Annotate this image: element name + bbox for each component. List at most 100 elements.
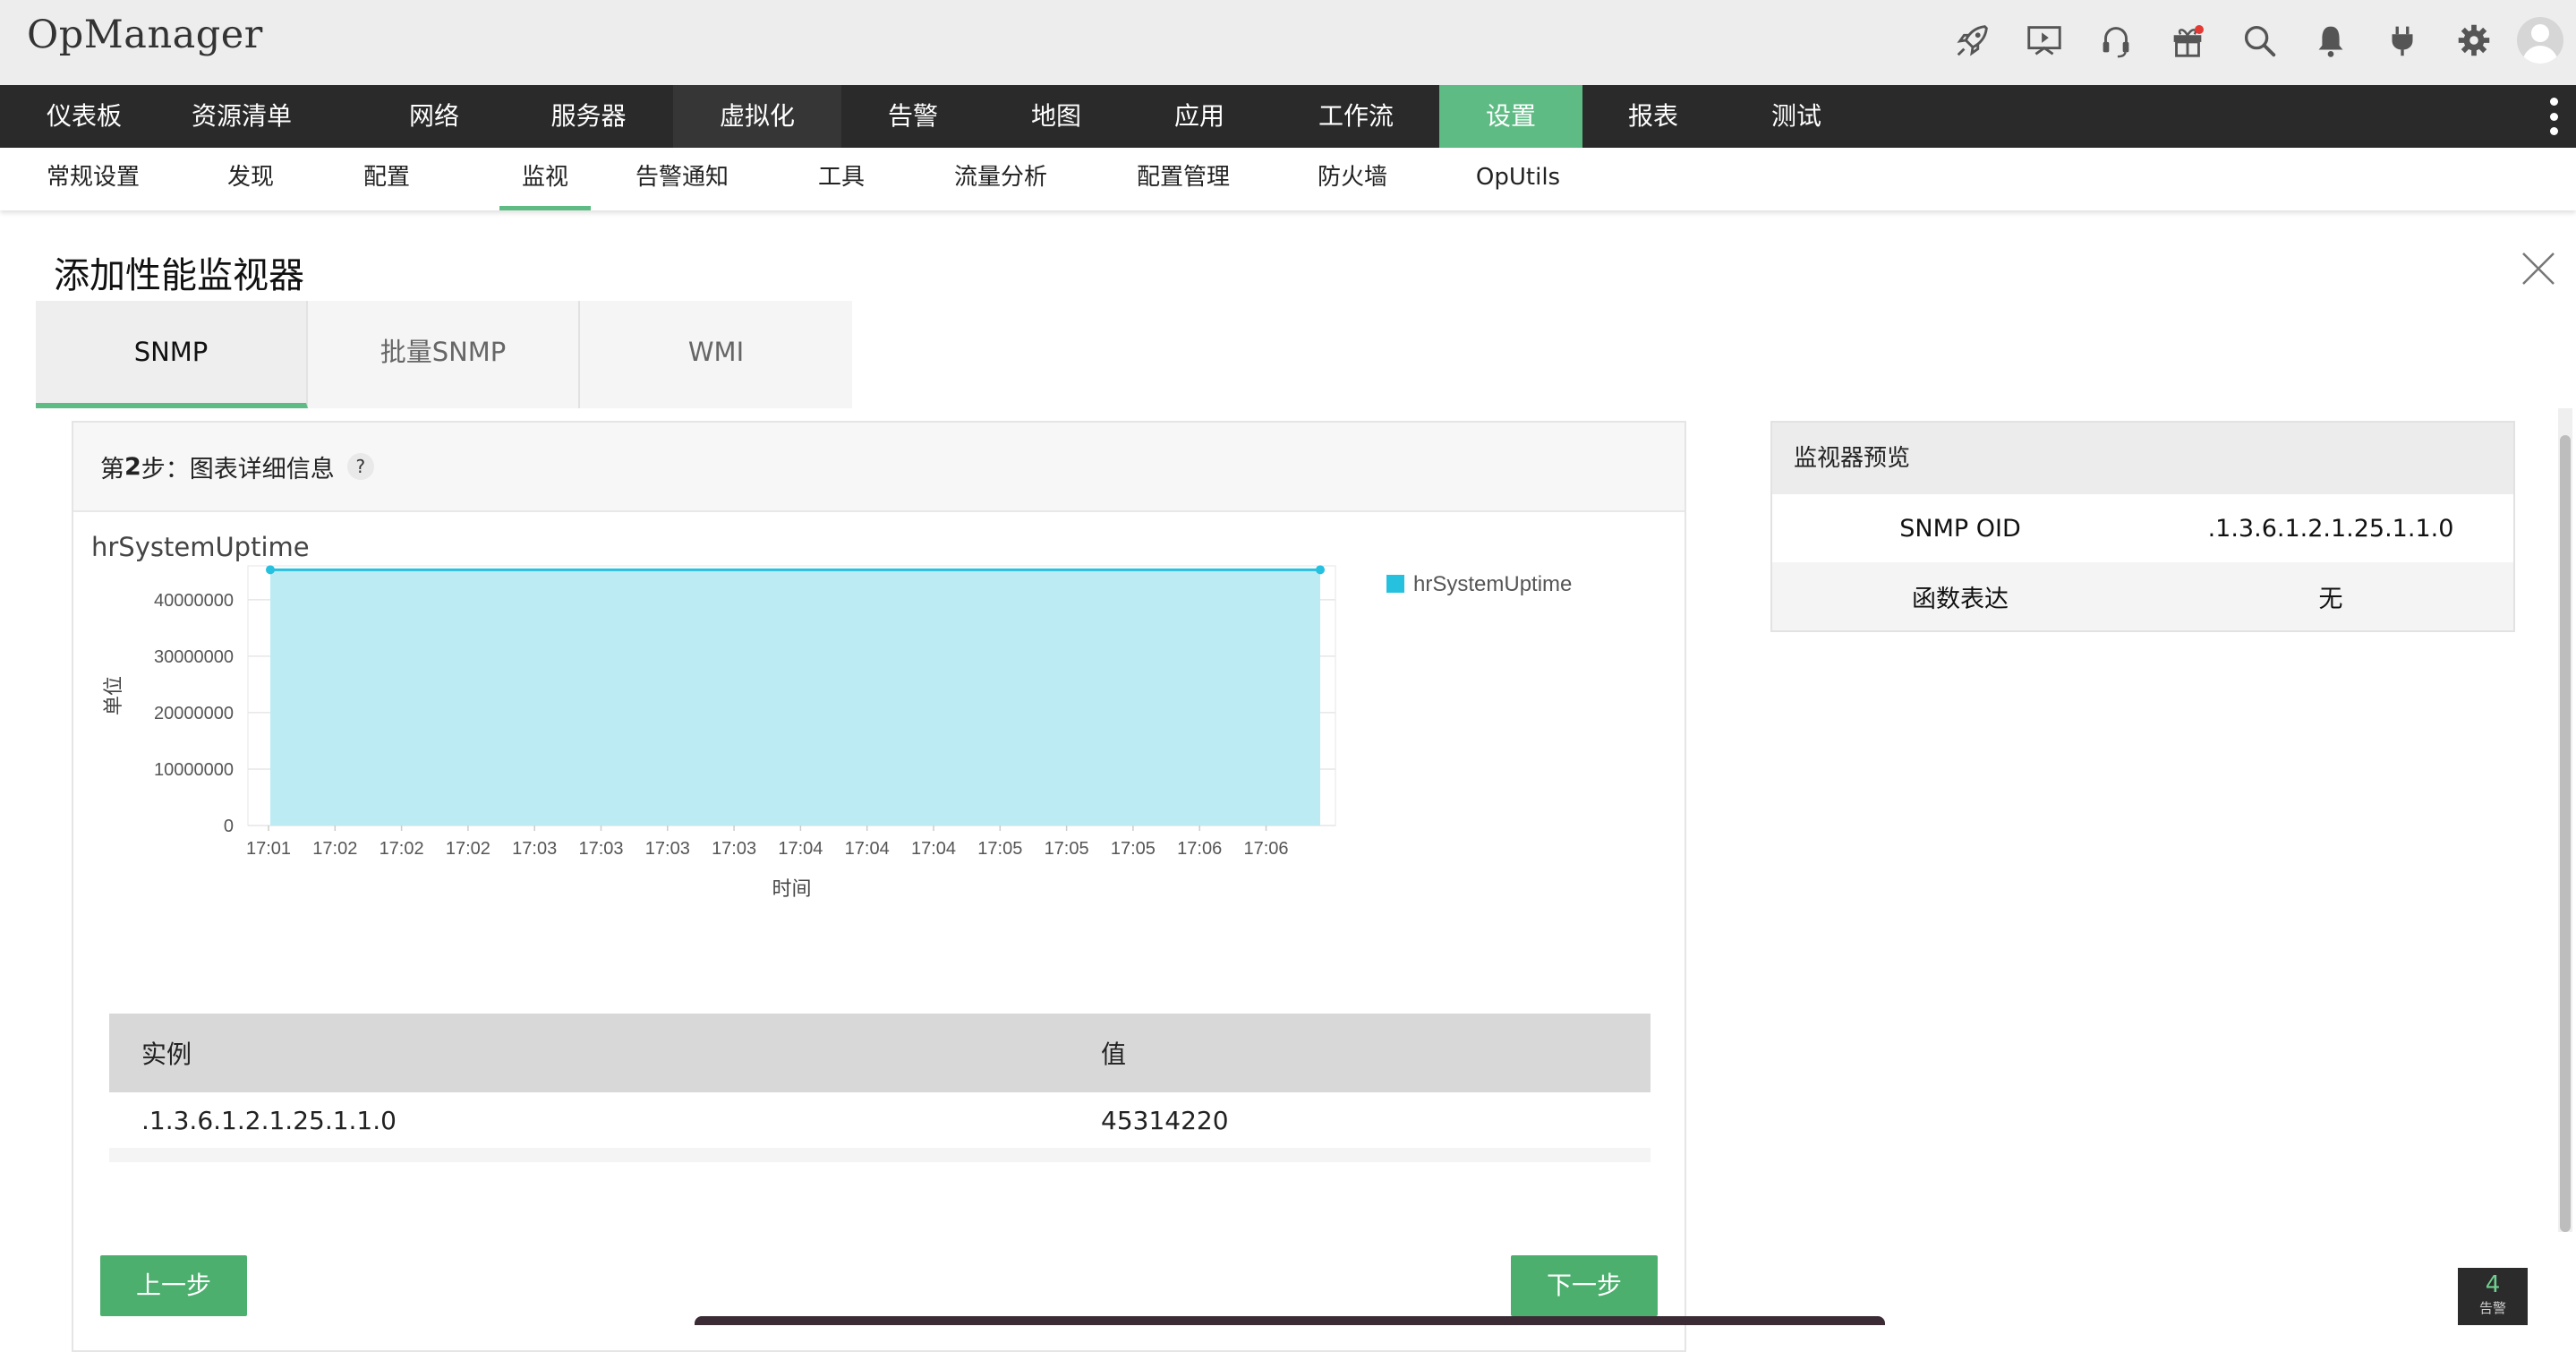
preview-label: 函数表达 xyxy=(1912,585,2009,613)
column-header-instance: 实例 xyxy=(141,1040,192,1069)
uptime-chart: 0 10000000 20000000 30000000 40000000 17:01 17… xyxy=(103,565,1572,901)
sub-item-flow-analysis[interactable]: 流量分析 xyxy=(947,148,1054,210)
header-icon-bar xyxy=(1937,9,2576,72)
preview-value: 无 xyxy=(2318,585,2343,613)
nav-item-servers[interactable]: 服务器 xyxy=(533,85,644,148)
y-axis-title: 单位 xyxy=(103,676,125,715)
instance-value-table: 实例 值 .1.3.6.1.2.1.25.1.1.0 45314220 xyxy=(109,1014,1651,1162)
top-header: OpManager xyxy=(0,0,2576,85)
rocket-icon[interactable] xyxy=(1937,9,2009,72)
sub-nav: 常规设置 发现 配置 监视 告警通知 工具 流量分析 配置管理 防火墙 OpUt… xyxy=(0,148,2576,210)
instance-cell: .1.3.6.1.2.1.25.1.1.0 xyxy=(141,1105,397,1135)
sub-item-monitoring[interactable]: 监视 xyxy=(499,148,591,210)
step-label: 步：图表详细信息 xyxy=(141,455,335,483)
nav-item-alarms[interactable]: 告警 xyxy=(864,85,962,148)
alarm-count: 4 xyxy=(2485,1271,2501,1298)
user-avatar-icon[interactable] xyxy=(2517,17,2563,64)
chart-details-panel: 第 2 步：图表详细信息 ? hrSystemUptime 0 10000000 200… xyxy=(72,421,1686,1352)
alarm-badge[interactable]: 4 告警 xyxy=(2458,1268,2528,1325)
legend-swatch xyxy=(1386,575,1404,593)
sub-item-configuration[interactable]: 配置 xyxy=(351,148,422,210)
step-number: 2 xyxy=(124,452,141,481)
close-icon[interactable] xyxy=(2521,251,2556,287)
sub-item-firewall[interactable]: 防火墙 xyxy=(1312,148,1393,210)
alarm-label: 告警 xyxy=(2478,1300,2506,1316)
series-area-fill xyxy=(270,569,1320,826)
table-row[interactable]: .1.3.6.1.2.1.25.1.1.0 45314220 xyxy=(109,1092,1651,1162)
legend-label: hrSystemUptime xyxy=(1413,572,1572,596)
x-axis-title: 时间 xyxy=(772,878,811,901)
y-tick-label: 20000000 xyxy=(154,704,234,723)
page-title: 添加性能监视器 xyxy=(54,255,304,296)
sub-item-oputils[interactable]: OpUtils xyxy=(1471,148,1565,210)
presentation-icon[interactable] xyxy=(2009,9,2080,72)
help-icon[interactable]: ? xyxy=(346,453,374,480)
x-tick-label: 17:06 xyxy=(1243,839,1288,859)
x-tick-label: 17:05 xyxy=(977,839,1022,859)
plug-icon[interactable] xyxy=(2367,9,2438,72)
step-prefix: 第 xyxy=(100,455,124,483)
x-tick-label: 17:01 xyxy=(246,839,291,859)
x-tick-label: 17:04 xyxy=(778,839,823,859)
value-cell: 45314220 xyxy=(1101,1105,1229,1135)
step-header: 第 2 步：图表详细信息 ? xyxy=(73,423,1685,512)
scrollbar-thumb[interactable] xyxy=(2560,435,2571,1232)
more-menu-icon[interactable] xyxy=(2547,98,2560,135)
preview-row-oid: SNMP OID .1.3.6.1.2.1.25.1.1.0 xyxy=(1772,494,2513,562)
x-tick-label: 17:05 xyxy=(1111,839,1156,859)
nav-item-inventory[interactable]: 资源清单 xyxy=(179,85,304,148)
x-tick-label: 17:03 xyxy=(645,839,690,859)
nav-item-workflow[interactable]: 工作流 xyxy=(1307,85,1405,148)
preview-label: SNMP OID xyxy=(1899,514,2021,543)
gear-icon[interactable] xyxy=(2438,9,2510,72)
data-point xyxy=(266,565,275,575)
x-tick-label: 17:06 xyxy=(1177,839,1222,859)
nav-item-reports[interactable]: 报表 xyxy=(1604,85,1702,148)
sub-item-config-management[interactable]: 配置管理 xyxy=(1130,148,1237,210)
x-tick-label: 17:05 xyxy=(1045,839,1089,859)
app-logo[interactable]: OpManager xyxy=(27,13,263,57)
nav-item-apps[interactable]: 应用 xyxy=(1150,85,1249,148)
monitor-preview: 监视器预览 SNMP OID .1.3.6.1.2.1.25.1.1.0 函数表… xyxy=(1770,421,2515,632)
sub-item-alarm-notification[interactable]: 告警通知 xyxy=(627,148,738,210)
y-tick-label: 0 xyxy=(224,817,234,836)
x-tick-label: 17:02 xyxy=(380,839,424,859)
bell-icon[interactable] xyxy=(2295,9,2367,72)
y-tick-label: 10000000 xyxy=(154,760,234,780)
sub-item-tools[interactable]: 工具 xyxy=(804,148,879,210)
search-icon[interactable] xyxy=(2223,9,2295,72)
tab-bulk-snmp[interactable]: 批量SNMP xyxy=(308,301,580,408)
notification-dot xyxy=(2195,25,2204,34)
x-tick-label: 17:04 xyxy=(845,839,890,859)
nav-item-virtualization[interactable]: 虚拟化 xyxy=(673,85,841,148)
sub-item-general-settings[interactable]: 常规设置 xyxy=(39,148,147,210)
y-tick-label: 30000000 xyxy=(154,647,234,667)
x-tick-label: 17:02 xyxy=(446,839,490,859)
x-tick-label: 17:04 xyxy=(911,839,956,859)
nav-item-test[interactable]: 测试 xyxy=(1747,85,1846,148)
x-tick-label: 17:02 xyxy=(312,839,357,859)
x-tick-label: 17:03 xyxy=(512,839,557,859)
headset-icon[interactable] xyxy=(2080,9,2152,72)
preview-row-function: 函数表达 无 xyxy=(1772,562,2513,630)
previous-step-button[interactable]: 上一步 xyxy=(100,1255,247,1316)
monitor-type-tabs: SNMP 批量SNMP WMI xyxy=(36,301,852,408)
y-tick-label: 40000000 xyxy=(154,591,234,611)
x-tick-label: 17:03 xyxy=(578,839,623,859)
preview-value: .1.3.6.1.2.1.25.1.1.0 xyxy=(2207,514,2454,543)
next-step-button[interactable]: 下一步 xyxy=(1511,1255,1658,1316)
tab-snmp[interactable]: SNMP xyxy=(36,301,308,408)
x-tick-label: 17:03 xyxy=(712,839,756,859)
main-nav: 仪表板 资源清单 网络 服务器 虚拟化 告警 地图 应用 工作流 设置 报表 测… xyxy=(0,85,2576,148)
nav-item-network[interactable]: 网络 xyxy=(385,85,483,148)
column-header-value: 值 xyxy=(1101,1040,1127,1069)
nav-item-dashboard[interactable]: 仪表板 xyxy=(16,85,152,148)
nav-item-settings[interactable]: 设置 xyxy=(1439,85,1582,148)
data-point xyxy=(1316,565,1325,575)
sub-item-discovery[interactable]: 发现 xyxy=(215,148,286,210)
nav-item-maps[interactable]: 地图 xyxy=(1007,85,1105,148)
preview-title: 监视器预览 xyxy=(1772,423,2513,494)
tab-wmi[interactable]: WMI xyxy=(580,301,852,408)
bottom-window-edge xyxy=(695,1316,1885,1325)
gift-icon[interactable] xyxy=(2152,9,2223,72)
